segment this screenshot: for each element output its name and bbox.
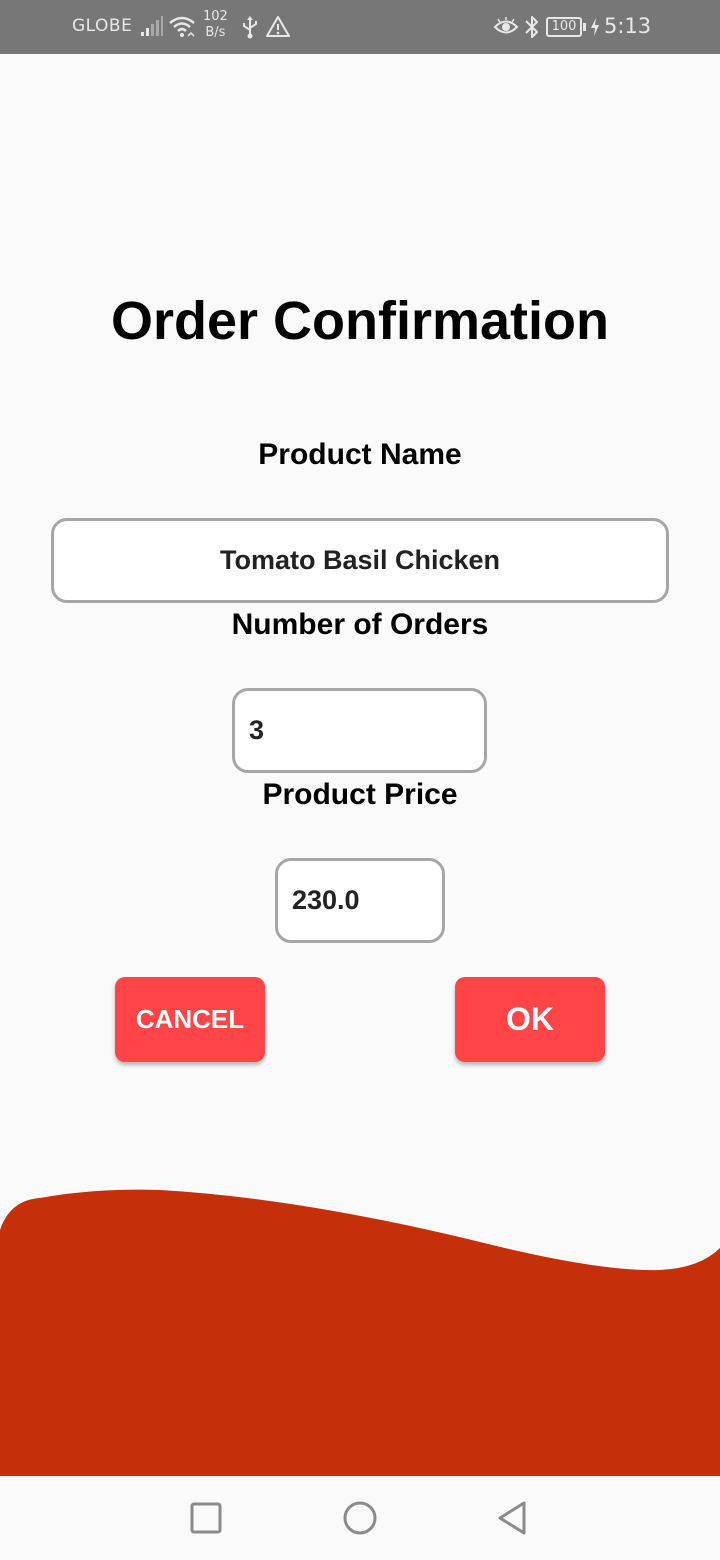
carrier-name: GLOBE [72, 16, 133, 36]
page-title: Order Confirmation [110, 291, 610, 351]
network-speed-value: 102 [203, 9, 228, 24]
order-confirmation-screen: GLOBE 102 B/s 100 5:13 Order Confirmatio… [0, 0, 720, 1560]
warning-icon [266, 16, 290, 37]
signal-icon [141, 16, 163, 36]
battery-level: 100 [551, 19, 577, 34]
decorative-wave [0, 1189, 720, 1480]
product-name-label: Product Name [258, 438, 462, 471]
ok-button[interactable]: OK [455, 977, 605, 1062]
network-speed: 102 B/s [203, 9, 228, 41]
product-name-field[interactable] [51, 518, 669, 603]
bluetooth-icon [525, 16, 538, 38]
cancel-button[interactable]: CANCEL [115, 977, 265, 1062]
battery-tip [583, 23, 586, 31]
status-bar: GLOBE 102 B/s 100 5:13 [0, 0, 720, 54]
clock: 5:13 [604, 14, 652, 38]
product-price-field[interactable] [275, 858, 445, 943]
price-label: Product Price [262, 778, 458, 811]
eye-icon [493, 17, 519, 34]
wifi-icon [169, 16, 195, 37]
network-speed-unit: B/s [205, 25, 226, 40]
navigation-bar [0, 1476, 720, 1560]
orders-label: Number of Orders [231, 608, 489, 641]
usb-icon [243, 16, 257, 39]
charging-icon [591, 18, 599, 36]
battery-icon: 100 [546, 17, 582, 37]
home-circle-icon[interactable] [340, 1498, 380, 1538]
recents-square-icon[interactable] [186, 1498, 226, 1538]
back-triangle-icon[interactable] [492, 1498, 532, 1538]
orders-quantity-field[interactable] [232, 688, 487, 773]
